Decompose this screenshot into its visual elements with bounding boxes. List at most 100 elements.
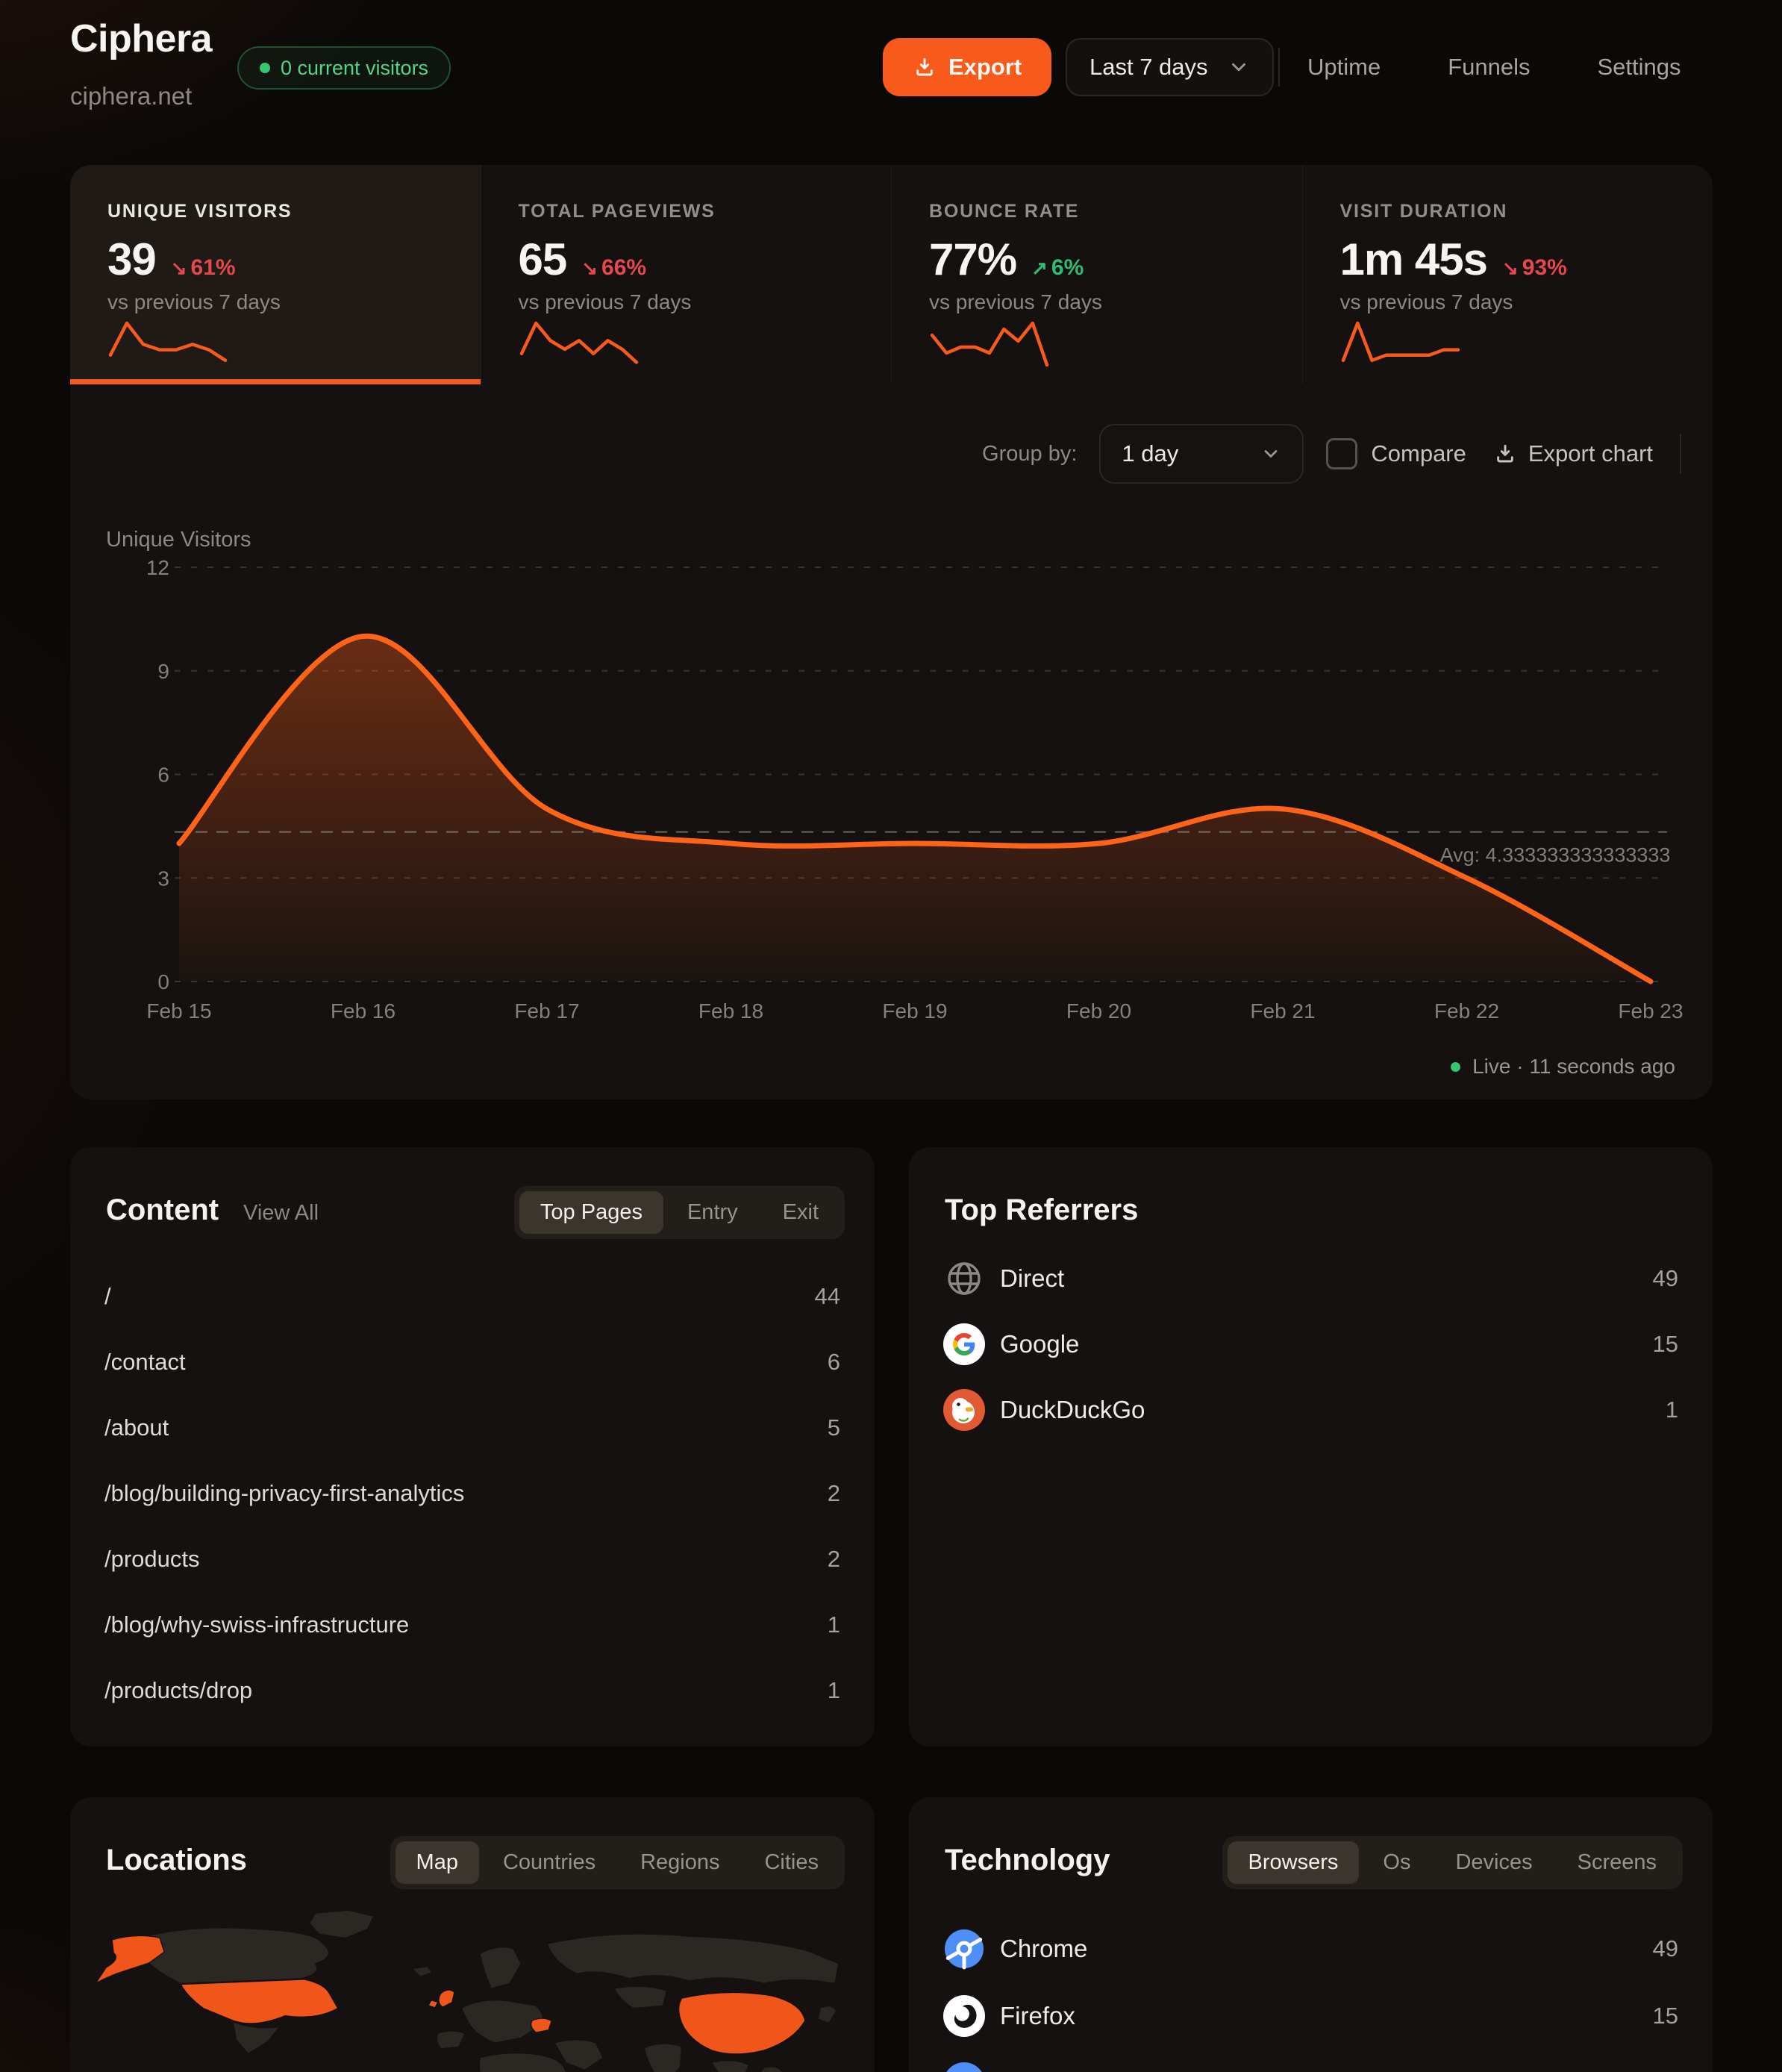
export-chart-button[interactable]: Export chart	[1489, 440, 1657, 468]
header-nav: Uptime Funnels Settings	[1307, 54, 1681, 81]
svg-text:Feb 22: Feb 22	[1434, 999, 1499, 1023]
sparkline-chart	[926, 313, 1053, 381]
browser-row-partial[interactable]	[909, 2050, 1713, 2072]
browser-name: Chrome	[1000, 1935, 1087, 1963]
page-row-contact[interactable]: /contact 6	[70, 1329, 875, 1395]
svg-text:Feb 23: Feb 23	[1618, 999, 1683, 1023]
map-uk-highlight	[428, 1990, 454, 2008]
referrer-count: 1	[1666, 1397, 1678, 1423]
browser-count: 49	[1653, 1935, 1678, 1962]
referrer-row-google[interactable]: Google 15	[909, 1311, 1713, 1377]
chrome-icon	[943, 1928, 985, 1970]
arrow-down-right-icon: ↘	[1502, 257, 1519, 280]
content-panel: Content View All Top PagesEntryExit /44/…	[70, 1147, 875, 1747]
browser-count: 15	[1653, 2003, 1678, 2029]
download-icon	[913, 55, 937, 79]
referrer-name: Direct	[1000, 1264, 1064, 1293]
sparkline-chart	[1337, 313, 1464, 381]
page-row-blog-why-swiss-infrastructure[interactable]: /blog/why-swiss-infrastructure1	[70, 1592, 875, 1658]
content-tab-entry[interactable]: Entry	[666, 1191, 759, 1234]
export-button[interactable]: Export	[883, 38, 1051, 96]
svg-text:3: 3	[157, 867, 169, 890]
stat-card-bounce-rate[interactable]: BOUNCE RATE 77% ↗6% vs previous 7 days	[891, 165, 1302, 384]
duckduckgo-icon	[943, 1389, 985, 1431]
stat-card-unique-visitors[interactable]: UNIQUE VISITORS 39 ↘61% vs previous 7 da…	[70, 165, 481, 384]
browsers-list: Chrome 49 Firefox 15	[909, 1915, 1713, 2072]
map-se-asia	[712, 2061, 749, 2072]
page-row-[interactable]: /44	[70, 1264, 875, 1329]
content-tab-exit[interactable]: Exit	[762, 1191, 840, 1234]
page-count: 2	[828, 1480, 840, 1507]
page-row-products-drop[interactable]: /products/drop1	[70, 1658, 875, 1723]
page-count: 44	[815, 1283, 840, 1310]
locations-tab-cities[interactable]: Cities	[743, 1841, 840, 1884]
current-visitors-label: 0 current visitors	[281, 57, 428, 80]
nav-funnels[interactable]: Funnels	[1448, 54, 1530, 81]
date-range-select[interactable]: Last 7 days	[1066, 38, 1274, 96]
stat-card-visit-duration[interactable]: VISIT DURATION 1m 45s ↘93% vs previous 7…	[1302, 165, 1713, 384]
content-tab-top-pages[interactable]: Top Pages	[519, 1191, 663, 1234]
svg-text:9: 9	[157, 660, 169, 683]
page-row-about[interactable]: /about5	[70, 1395, 875, 1461]
export-chart-label: Export chart	[1528, 440, 1653, 467]
referrer-count: 49	[1653, 1265, 1678, 1292]
svg-text:Feb 16: Feb 16	[331, 999, 396, 1023]
page-count: 6	[828, 1349, 840, 1376]
referrer-name: DuckDuckGo	[1000, 1396, 1145, 1424]
referrer-row-duckduckgo[interactable]: DuckDuckGo 1	[909, 1377, 1713, 1443]
view-all-link[interactable]: View All	[243, 1201, 319, 1226]
svg-text:6: 6	[157, 764, 169, 787]
stat-card-total-pageviews[interactable]: TOTAL PAGEVIEWS 65 ↘66% vs previous 7 da…	[481, 165, 892, 384]
browser-row-chrome[interactable]: Chrome 49	[909, 1915, 1713, 1982]
map-china-highlight	[679, 1993, 805, 2054]
visitors-chart[interactable]: 036912 Avg: 4.333333333333333 Feb 15Feb …	[70, 515, 1712, 1045]
svg-text:Feb 19: Feb 19	[882, 999, 947, 1023]
map-europe	[461, 2000, 543, 2043]
stat-value: 1m 45s	[1340, 234, 1488, 285]
referrer-row-direct[interactable]: Direct 49	[909, 1246, 1713, 1311]
svg-text:0: 0	[157, 970, 169, 993]
stat-change: ↘61%	[171, 255, 236, 281]
technology-panel: Technology BrowsersOsDevicesScreens Chro…	[909, 1797, 1713, 2072]
technology-tab-os[interactable]: Os	[1362, 1841, 1431, 1884]
site-title: Ciphera	[70, 16, 212, 61]
stat-change: ↘93%	[1502, 255, 1567, 281]
world-map[interactable]	[91, 1909, 854, 2072]
map-central-asia	[614, 1986, 666, 2008]
chart-controls: Group by: 1 day Compare Export chart	[982, 424, 1681, 484]
header-divider	[1278, 48, 1280, 87]
locations-tab-countries[interactable]: Countries	[482, 1841, 616, 1884]
page-path: /contact	[104, 1349, 186, 1376]
svg-text:12: 12	[146, 556, 169, 579]
technology-tab-screens[interactable]: Screens	[1557, 1841, 1678, 1884]
locations-tab-regions[interactable]: Regions	[619, 1841, 740, 1884]
locations-tab-map[interactable]: Map	[396, 1841, 479, 1884]
compare-toggle[interactable]: Compare	[1326, 438, 1466, 469]
stat-compare-label: vs previous 7 days	[929, 290, 1102, 314]
globe-icon	[943, 1258, 985, 1299]
analytics-dashboard: Ciphera 0 current visitors ciphera.net E…	[0, 0, 1782, 2072]
browser-row-firefox[interactable]: Firefox 15	[909, 1982, 1713, 2050]
technology-tab-devices[interactable]: Devices	[1434, 1841, 1553, 1884]
nav-uptime[interactable]: Uptime	[1307, 54, 1381, 81]
group-by-label: Group by:	[982, 442, 1077, 466]
group-by-select[interactable]: 1 day	[1099, 424, 1304, 484]
stat-change: ↘66%	[581, 255, 646, 281]
technology-tab-browsers[interactable]: Browsers	[1228, 1841, 1360, 1884]
page-path: /about	[104, 1414, 169, 1441]
page-path: /products/drop	[104, 1677, 252, 1704]
map-alaska-highlight	[96, 1936, 164, 1984]
svg-text:Feb 15: Feb 15	[146, 999, 211, 1023]
group-by-value: 1 day	[1122, 440, 1178, 467]
nav-settings[interactable]: Settings	[1598, 54, 1681, 81]
map-iberia	[437, 2031, 465, 2049]
page-row-products[interactable]: /products2	[70, 1526, 875, 1592]
chevron-down-icon	[1260, 443, 1281, 464]
map-russia	[547, 1934, 839, 1983]
compare-checkbox[interactable]	[1326, 438, 1357, 469]
stats-row: UNIQUE VISITORS 39 ↘61% vs previous 7 da…	[70, 165, 1713, 384]
page-row-blog-building-privacy-first-analytics[interactable]: /blog/building-privacy-first-analytics2	[70, 1461, 875, 1526]
download-icon	[1493, 442, 1517, 466]
stat-value: 39	[107, 234, 156, 285]
content-list: /44/contact 6/about5/blog/building-privac…	[70, 1264, 875, 1723]
